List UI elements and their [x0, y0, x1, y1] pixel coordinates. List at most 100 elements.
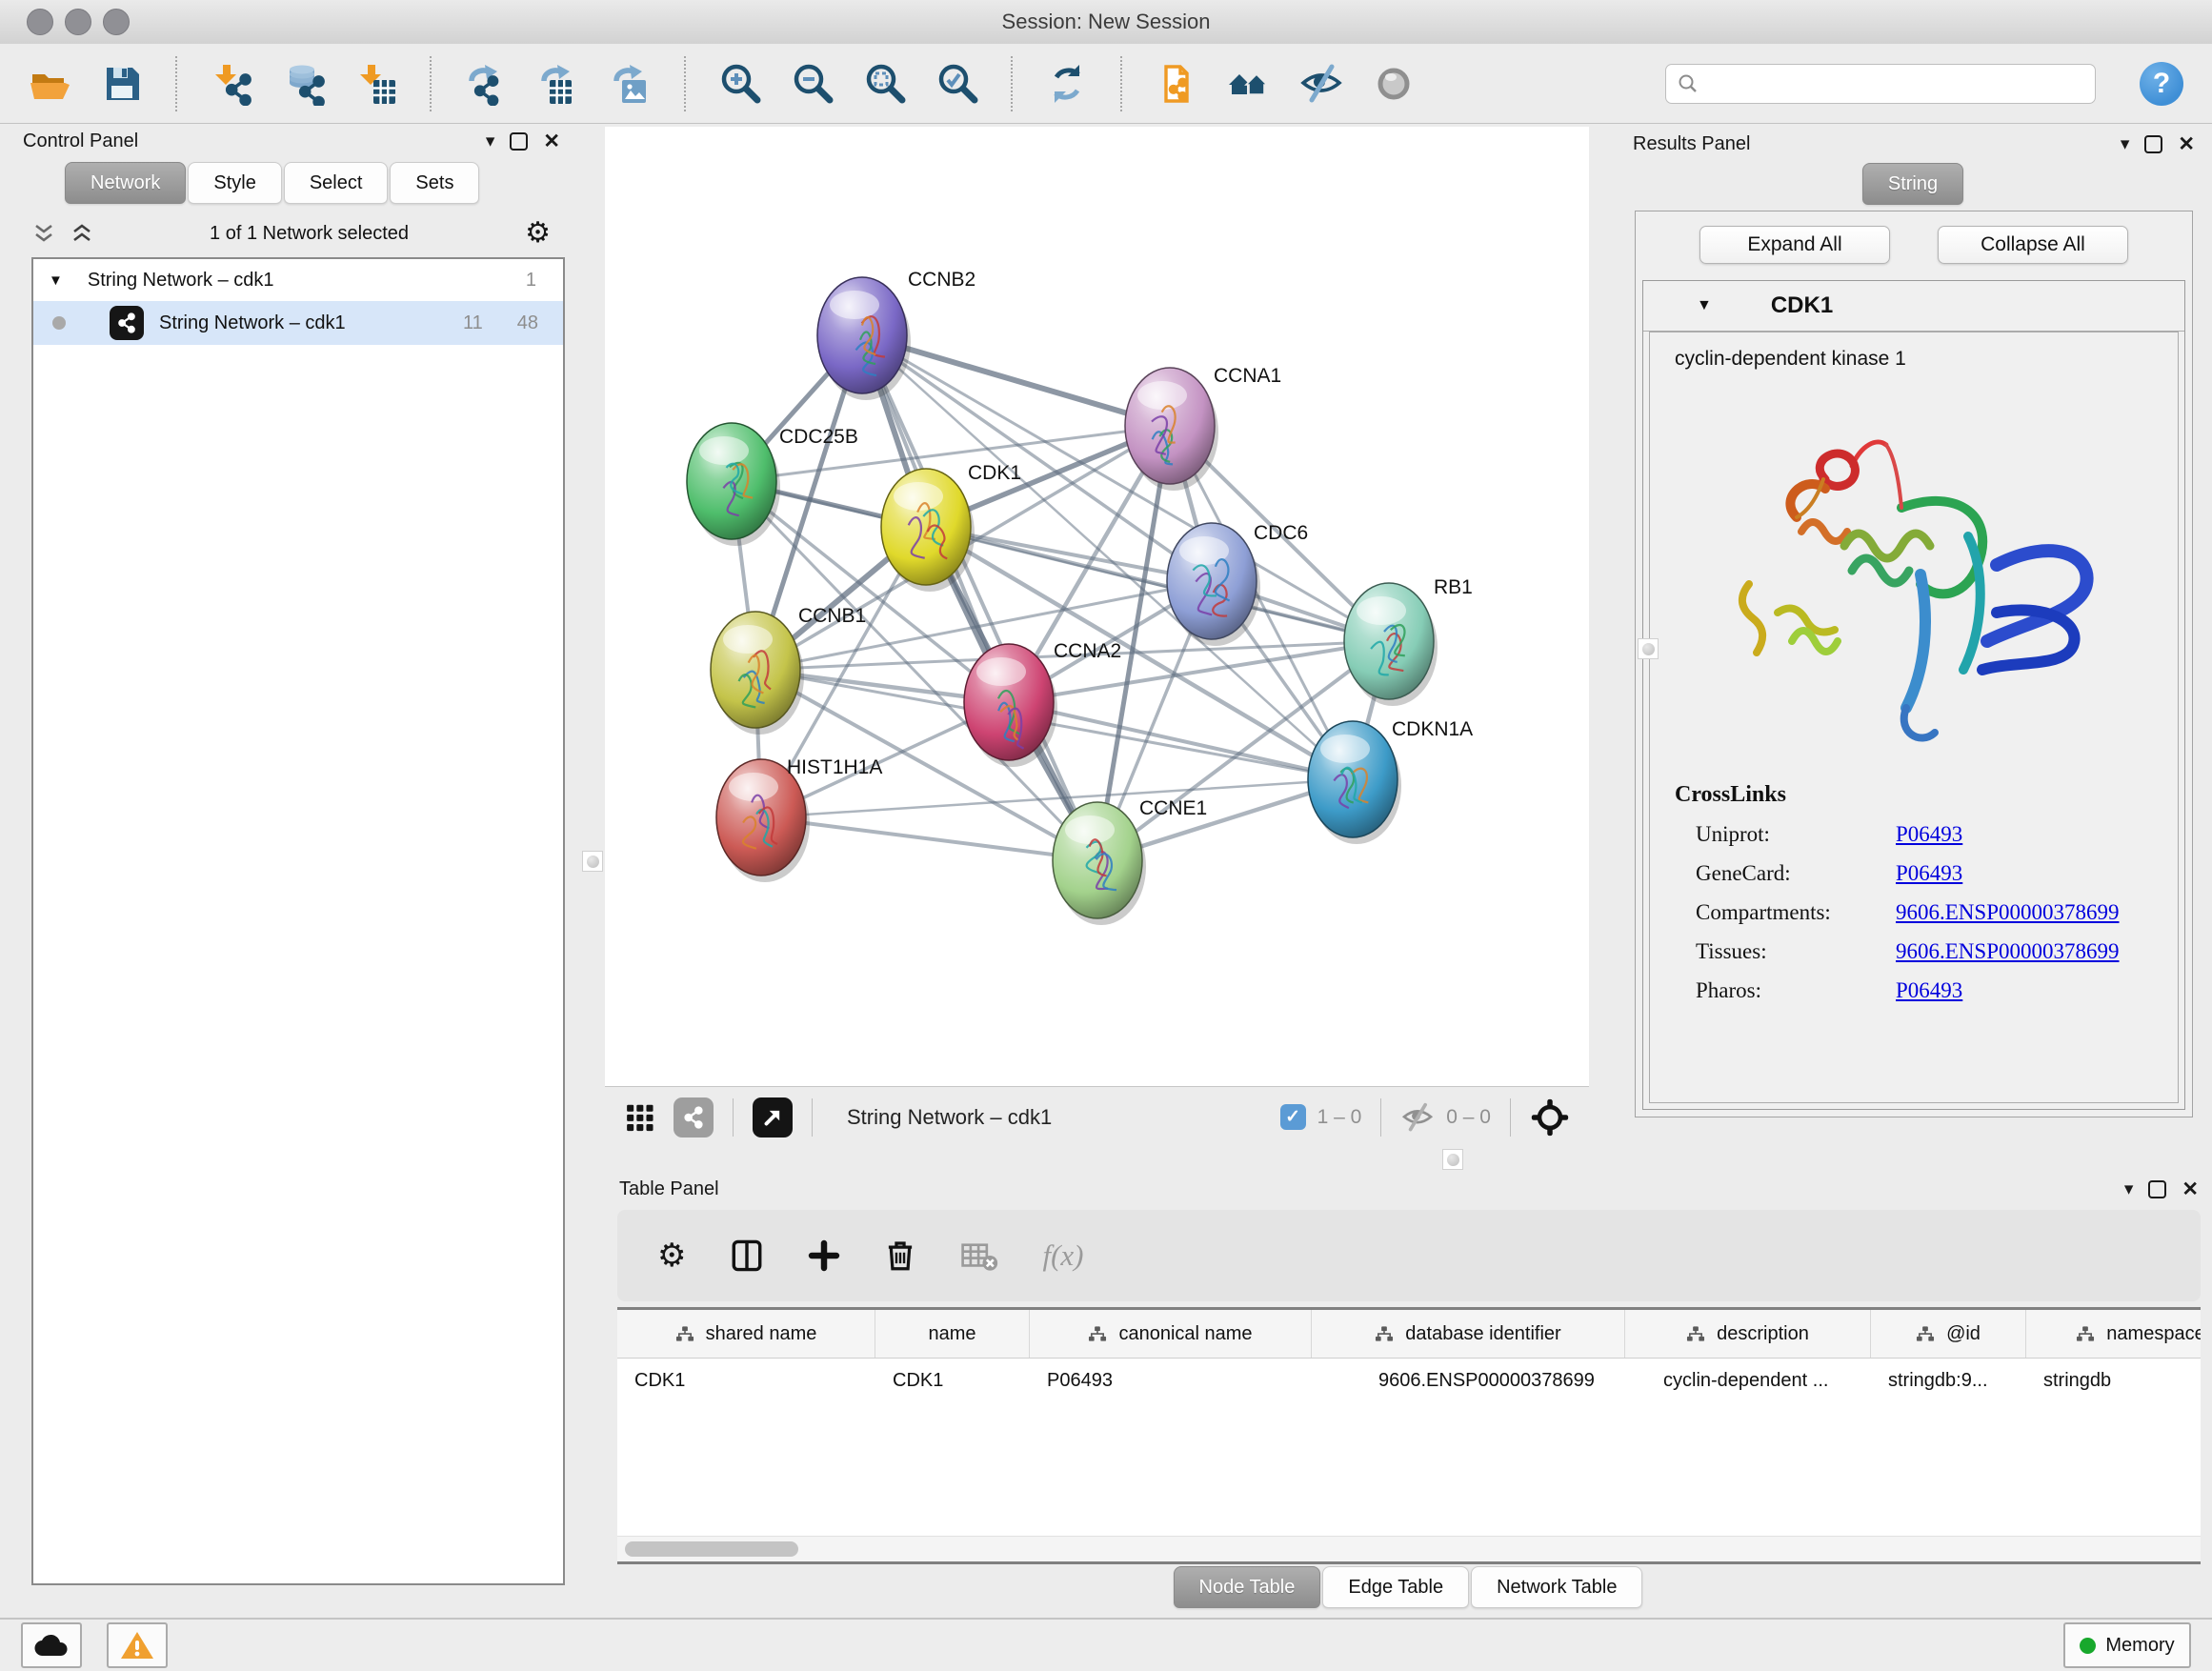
birdseye-view-button[interactable] — [1369, 57, 1418, 111]
right-splitter-handle[interactable] — [1638, 638, 1659, 659]
float-panel-icon[interactable] — [2144, 135, 2162, 153]
column-header[interactable]: database identifier — [1312, 1310, 1625, 1358]
column-header[interactable]: shared name — [617, 1310, 875, 1358]
tab-node-table[interactable]: Node Table — [1174, 1566, 1321, 1608]
import-table-button[interactable] — [352, 57, 401, 111]
network-node-cdkn1a[interactable] — [1308, 721, 1401, 844]
panel-menu-icon[interactable]: ▾ — [2124, 1180, 2134, 1198]
crosslink-label: Compartments: — [1675, 900, 1896, 925]
tab-edge-table[interactable]: Edge Table — [1322, 1566, 1469, 1608]
warnings-button[interactable] — [107, 1622, 168, 1668]
column-header[interactable]: namespace — [2026, 1310, 2201, 1358]
cell-id[interactable]: stringdb:9... — [1871, 1370, 2026, 1392]
show-columns-icon[interactable] — [730, 1238, 764, 1273]
network-canvas[interactable]: CCNB2CCNA1CDC25BCDK1CDC6RB1CCNB1CCNA2CDK… — [605, 127, 1589, 1086]
window-title: Session: New Session — [0, 10, 2212, 34]
import-network-from-database-button[interactable] — [279, 57, 329, 111]
file-network-button[interactable] — [1152, 57, 1201, 111]
column-header[interactable]: canonical name — [1030, 1310, 1312, 1358]
column-header[interactable]: description — [1625, 1310, 1871, 1358]
tab-network-table[interactable]: Network Table — [1471, 1566, 1642, 1608]
collapse-all-button[interactable]: Collapse All — [1938, 226, 2128, 264]
crosshair-icon[interactable] — [1530, 1097, 1570, 1137]
cloud-button[interactable] — [21, 1622, 82, 1668]
help-button[interactable]: ? — [2140, 62, 2183, 106]
export-network-button[interactable] — [461, 57, 511, 111]
import-network-button[interactable] — [207, 57, 256, 111]
expand-all-button[interactable]: Expand All — [1699, 226, 1890, 264]
network-node-rb1[interactable] — [1344, 583, 1438, 706]
column-header[interactable]: name — [875, 1310, 1030, 1358]
zoom-fit-button[interactable] — [860, 57, 910, 111]
tab-sets[interactable]: Sets — [390, 162, 479, 204]
horizontal-scrollbar[interactable] — [617, 1536, 2201, 1561]
search-field[interactable] — [1665, 64, 2096, 104]
close-panel-icon[interactable]: ✕ — [2182, 1179, 2199, 1199]
cell-description[interactable]: cyclin-dependent ... — [1625, 1370, 1871, 1392]
search-input[interactable] — [1706, 71, 2083, 95]
crosslink-link[interactable]: 9606.ENSP00000378699 — [1896, 939, 2120, 964]
crosslink-label: Uniprot: — [1675, 822, 1896, 847]
gene-header[interactable]: ▼ CDK1 — [1643, 281, 2184, 332]
left-splitter-handle[interactable] — [582, 851, 603, 872]
network-graph[interactable]: CCNB2CCNA1CDC25BCDK1CDC6RB1CCNB1CCNA2CDK… — [605, 127, 1589, 1086]
network-home-button[interactable] — [1224, 57, 1274, 111]
table-row[interactable]: CDK1 CDK1 P06493 9606.ENSP00000378699 cy… — [617, 1359, 2201, 1402]
scrollbar-thumb[interactable] — [625, 1541, 798, 1557]
tab-style[interactable]: Style — [188, 162, 281, 204]
export-table-button[interactable] — [533, 57, 583, 111]
tree-expanded-icon[interactable]: ▼ — [1697, 297, 1712, 314]
float-panel-icon[interactable] — [2148, 1180, 2166, 1198]
refresh-button[interactable] — [1042, 57, 1092, 111]
collapse-all-icon[interactable] — [32, 223, 55, 244]
table-settings-gear-icon[interactable]: ⚙ — [657, 1239, 686, 1272]
float-panel-icon[interactable] — [510, 132, 528, 151]
network-node-ccnb2[interactable] — [817, 277, 911, 400]
network-view-toggle-button[interactable] — [674, 1097, 714, 1137]
column-label: name — [928, 1323, 975, 1345]
network-node-ccna2[interactable] — [964, 644, 1057, 767]
tree-expanded-icon[interactable]: ▼ — [49, 272, 63, 289]
cell-database-identifier[interactable]: 9606.ENSP00000378699 — [1312, 1370, 1625, 1392]
tab-string[interactable]: String — [1862, 163, 1963, 205]
crosslink-link[interactable]: 9606.ENSP00000378699 — [1896, 900, 2120, 925]
column-header[interactable]: @id — [1871, 1310, 2026, 1358]
hide-panel-button[interactable] — [1297, 57, 1346, 111]
crosslink-link[interactable]: P06493 — [1896, 822, 1962, 847]
panel-menu-icon[interactable]: ▾ — [486, 132, 495, 151]
delete-trash-icon[interactable] — [884, 1238, 916, 1273]
cell-name[interactable]: CDK1 — [875, 1370, 1030, 1392]
tab-select[interactable]: Select — [284, 162, 389, 204]
zoom-out-button[interactable] — [788, 57, 837, 111]
save-icon — [100, 62, 144, 106]
memory-button[interactable]: Memory — [2063, 1622, 2191, 1668]
gear-icon[interactable]: ⚙ — [525, 219, 551, 248]
panel-menu-icon[interactable]: ▾ — [2121, 135, 2130, 153]
cell-shared-name[interactable]: CDK1 — [617, 1370, 875, 1392]
open-session-button[interactable] — [25, 57, 74, 111]
crosslink-link[interactable]: P06493 — [1896, 978, 1962, 1003]
expand-all-icon[interactable] — [70, 223, 93, 244]
tab-network[interactable]: Network — [65, 162, 186, 204]
zoom-selected-button[interactable] — [933, 57, 982, 111]
grid-view-icon[interactable] — [624, 1100, 658, 1135]
network-node-cdc6[interactable] — [1167, 523, 1260, 646]
network-node-ccna1[interactable] — [1125, 368, 1218, 491]
save-session-button[interactable] — [97, 57, 147, 111]
export-image-button[interactable] — [606, 57, 655, 111]
cell-canonical-name[interactable]: P06493 — [1030, 1370, 1312, 1392]
detach-view-button[interactable] — [753, 1097, 793, 1137]
network-node-ccnb1[interactable] — [711, 612, 804, 735]
network-row-selected[interactable]: String Network – cdk1 11 48 — [33, 301, 563, 345]
network-node-ccne1[interactable] — [1053, 802, 1146, 925]
selected-checkbox[interactable]: ✓ — [1280, 1104, 1306, 1130]
close-panel-icon[interactable]: ✕ — [543, 131, 560, 151]
network-collection-row[interactable]: ▼ String Network – cdk1 1 — [33, 259, 563, 301]
bottom-splitter-handle[interactable] — [1442, 1149, 1463, 1170]
network-node-cdk1[interactable] — [881, 469, 975, 592]
zoom-in-button[interactable] — [715, 57, 765, 111]
close-panel-icon[interactable]: ✕ — [2178, 134, 2195, 154]
add-column-icon[interactable] — [808, 1239, 840, 1272]
crosslink-link[interactable]: P06493 — [1896, 861, 1962, 886]
cell-namespace[interactable]: stringdb — [2026, 1370, 2201, 1392]
